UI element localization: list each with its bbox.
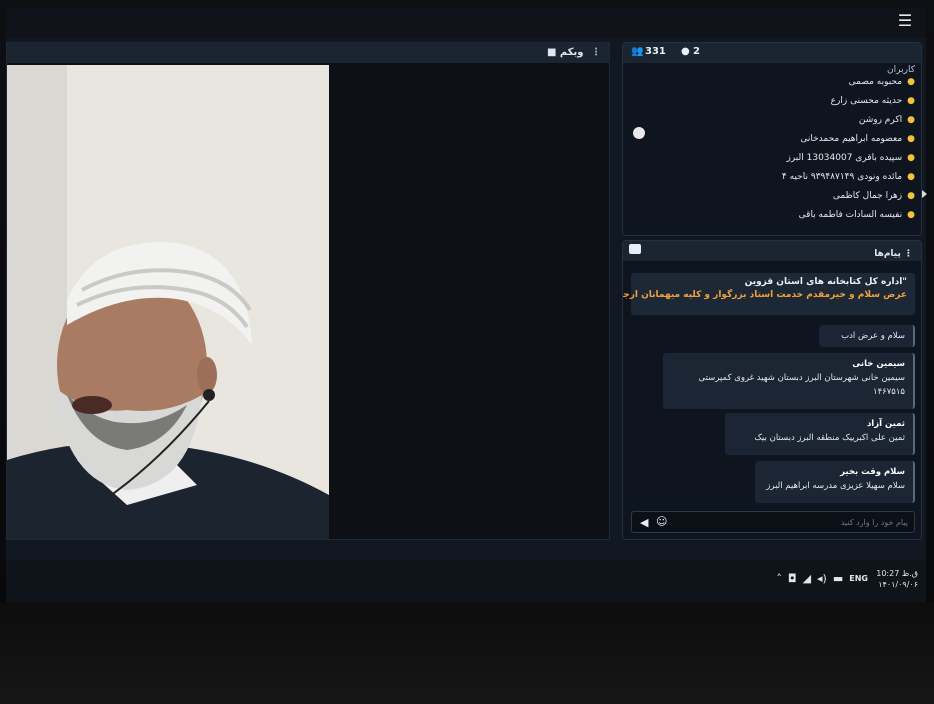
monitor-photo: ☰ ⋮ وبکم ■ 👥 331 ● 2 کاربران ●محبوبه مصم… bbox=[0, 0, 934, 704]
speaker-count-icon: ● bbox=[681, 46, 690, 57]
webcam-panel: ⋮ وبکم ■ bbox=[6, 42, 610, 540]
chat-message: سلام و عرض ادب bbox=[819, 325, 915, 347]
user-item[interactable]: ●حدیثه محسنی زارع bbox=[645, 92, 915, 111]
pinned-line-2: عرض سلام و خیرمقدم خدمت استاد بزرگوار و … bbox=[622, 290, 907, 300]
message-sender: سلام وقت بخیر bbox=[840, 467, 905, 477]
chevron-up-icon[interactable]: ˄ bbox=[776, 572, 782, 585]
chat-title: ⋮ پیام‌ها bbox=[874, 249, 913, 259]
chat-header: ⋮ پیام‌ها bbox=[623, 241, 921, 261]
clock-time: 10:27 ق.ظ bbox=[876, 569, 918, 578]
system-tray: ˄ ◘ ◢ ◂) ▬ ENG bbox=[776, 572, 868, 585]
chat-message: ثمین آزاد ثمین علی اکبرییک منطقه البرز د… bbox=[725, 413, 915, 455]
users-count: 331 bbox=[645, 46, 666, 57]
taskbar-clock[interactable]: 10:27 ق.ظ ۱۴۰۱/۰۹/۰۶ bbox=[876, 568, 918, 590]
user-icon: ● bbox=[907, 134, 915, 144]
user-item[interactable]: ●اکرم روشن bbox=[645, 111, 915, 130]
volume-icon[interactable]: ◂) bbox=[817, 572, 827, 585]
user-icon: ● bbox=[907, 210, 915, 220]
chat-message: سیمین خانی سیمین خانی شهرستان البرز دبست… bbox=[663, 353, 915, 409]
panel-options-icon[interactable]: ⋮ bbox=[591, 47, 601, 58]
camera-tray-icon[interactable]: ◘ bbox=[788, 572, 797, 585]
webcam-title: وبکم bbox=[559, 47, 584, 58]
network-icon[interactable]: ◢ bbox=[803, 572, 811, 585]
message-text: سیمین خانی شهرستان البرز دبستان شهید غرو… bbox=[698, 373, 905, 397]
speaker-video-frame bbox=[7, 65, 329, 539]
clock-date: ۱۴۰۱/۰۹/۰۶ bbox=[878, 580, 918, 589]
user-item[interactable]: ●محبوبه مصمی bbox=[645, 73, 915, 92]
webcam-header: ⋮ وبکم ■ bbox=[7, 43, 609, 63]
app-window: ☰ ⋮ وبکم ■ 👥 331 ● 2 کاربران ●محبوبه مصم… bbox=[6, 8, 926, 563]
user-item[interactable]: ●نفیسه السادات فاطمه باقی bbox=[645, 206, 915, 225]
mouse-cursor-icon bbox=[922, 190, 927, 198]
message-text: ثمین علی اکبرییک منطقه البرز دبستان بیک bbox=[754, 433, 905, 443]
top-bar: ☰ bbox=[6, 8, 926, 38]
message-sender: ثمین آزاد bbox=[866, 419, 905, 429]
pinned-message: "اداره کل کتابخانه های استان قزوین عرض س… bbox=[622, 273, 915, 315]
pinned-line-1: "اداره کل کتابخانه های استان قزوین bbox=[744, 277, 907, 287]
user-list: ●محبوبه مصمی ●حدیثه محسنی زارع ●اکرم روش… bbox=[645, 73, 915, 225]
user-item[interactable]: ●معصومه ابراهیم محمدخانی bbox=[645, 130, 915, 149]
speaker-count: 2 bbox=[693, 46, 700, 57]
user-item[interactable]: ●مائده ونودی ۹۳۹۴۸۷۱۴۹ ناحیه ۴ bbox=[645, 168, 915, 187]
message-sender: سیمین خانی bbox=[852, 359, 905, 369]
users-count-icon: 👥 bbox=[631, 46, 644, 57]
webcam-empty-area bbox=[329, 65, 609, 539]
webcam-video bbox=[7, 65, 329, 539]
camera-icon: ■ bbox=[546, 47, 557, 58]
user-item[interactable]: ●سپیده باقری 13034007 البرز bbox=[645, 149, 915, 168]
chat-message: سلام وقت بخیر سلام سهیلا عزیزی مدرسه ابر… bbox=[755, 461, 915, 503]
message-text: سلام سهیلا عزیزی مدرسه ابراهیم البرز bbox=[766, 481, 905, 491]
chat-panel: ⋮ پیام‌ها "اداره کل کتابخانه های استان ق… bbox=[622, 240, 922, 540]
taskbar: ˄ ◘ ◢ ◂) ▬ ENG 10:27 ق.ظ ۱۴۰۱/۰۹/۰۶ bbox=[6, 560, 926, 602]
menu-icon[interactable]: ☰ bbox=[894, 12, 916, 30]
monitor-bezel bbox=[0, 602, 934, 704]
chat-input[interactable] bbox=[688, 515, 908, 529]
emoji-icon[interactable]: ☺ bbox=[656, 515, 667, 528]
user-icon: ● bbox=[907, 153, 915, 163]
user-icon: ● bbox=[907, 96, 915, 106]
user-icon: ● bbox=[907, 191, 915, 201]
notification-icon[interactable]: ▬ bbox=[833, 572, 843, 585]
user-icon: ● bbox=[907, 115, 915, 125]
send-icon[interactable]: ◀ bbox=[640, 516, 648, 529]
message-text: سلام و عرض ادب bbox=[841, 331, 905, 341]
users-panel: 👥 331 ● 2 کاربران ●محبوبه مصمی ●حدیثه مح… bbox=[622, 42, 922, 236]
user-icon: ● bbox=[907, 77, 915, 87]
chat-bubble-icon bbox=[629, 244, 641, 254]
user-item[interactable]: ●زهرا جمال کاظمی bbox=[645, 187, 915, 206]
panel-options-icon[interactable]: ⋮ bbox=[901, 249, 913, 259]
user-icon: ● bbox=[907, 172, 915, 182]
language-indicator[interactable]: ENG bbox=[849, 574, 868, 583]
chat-input-bar: ◀ ☺ bbox=[631, 511, 915, 533]
users-header: 👥 331 ● 2 bbox=[623, 43, 921, 63]
